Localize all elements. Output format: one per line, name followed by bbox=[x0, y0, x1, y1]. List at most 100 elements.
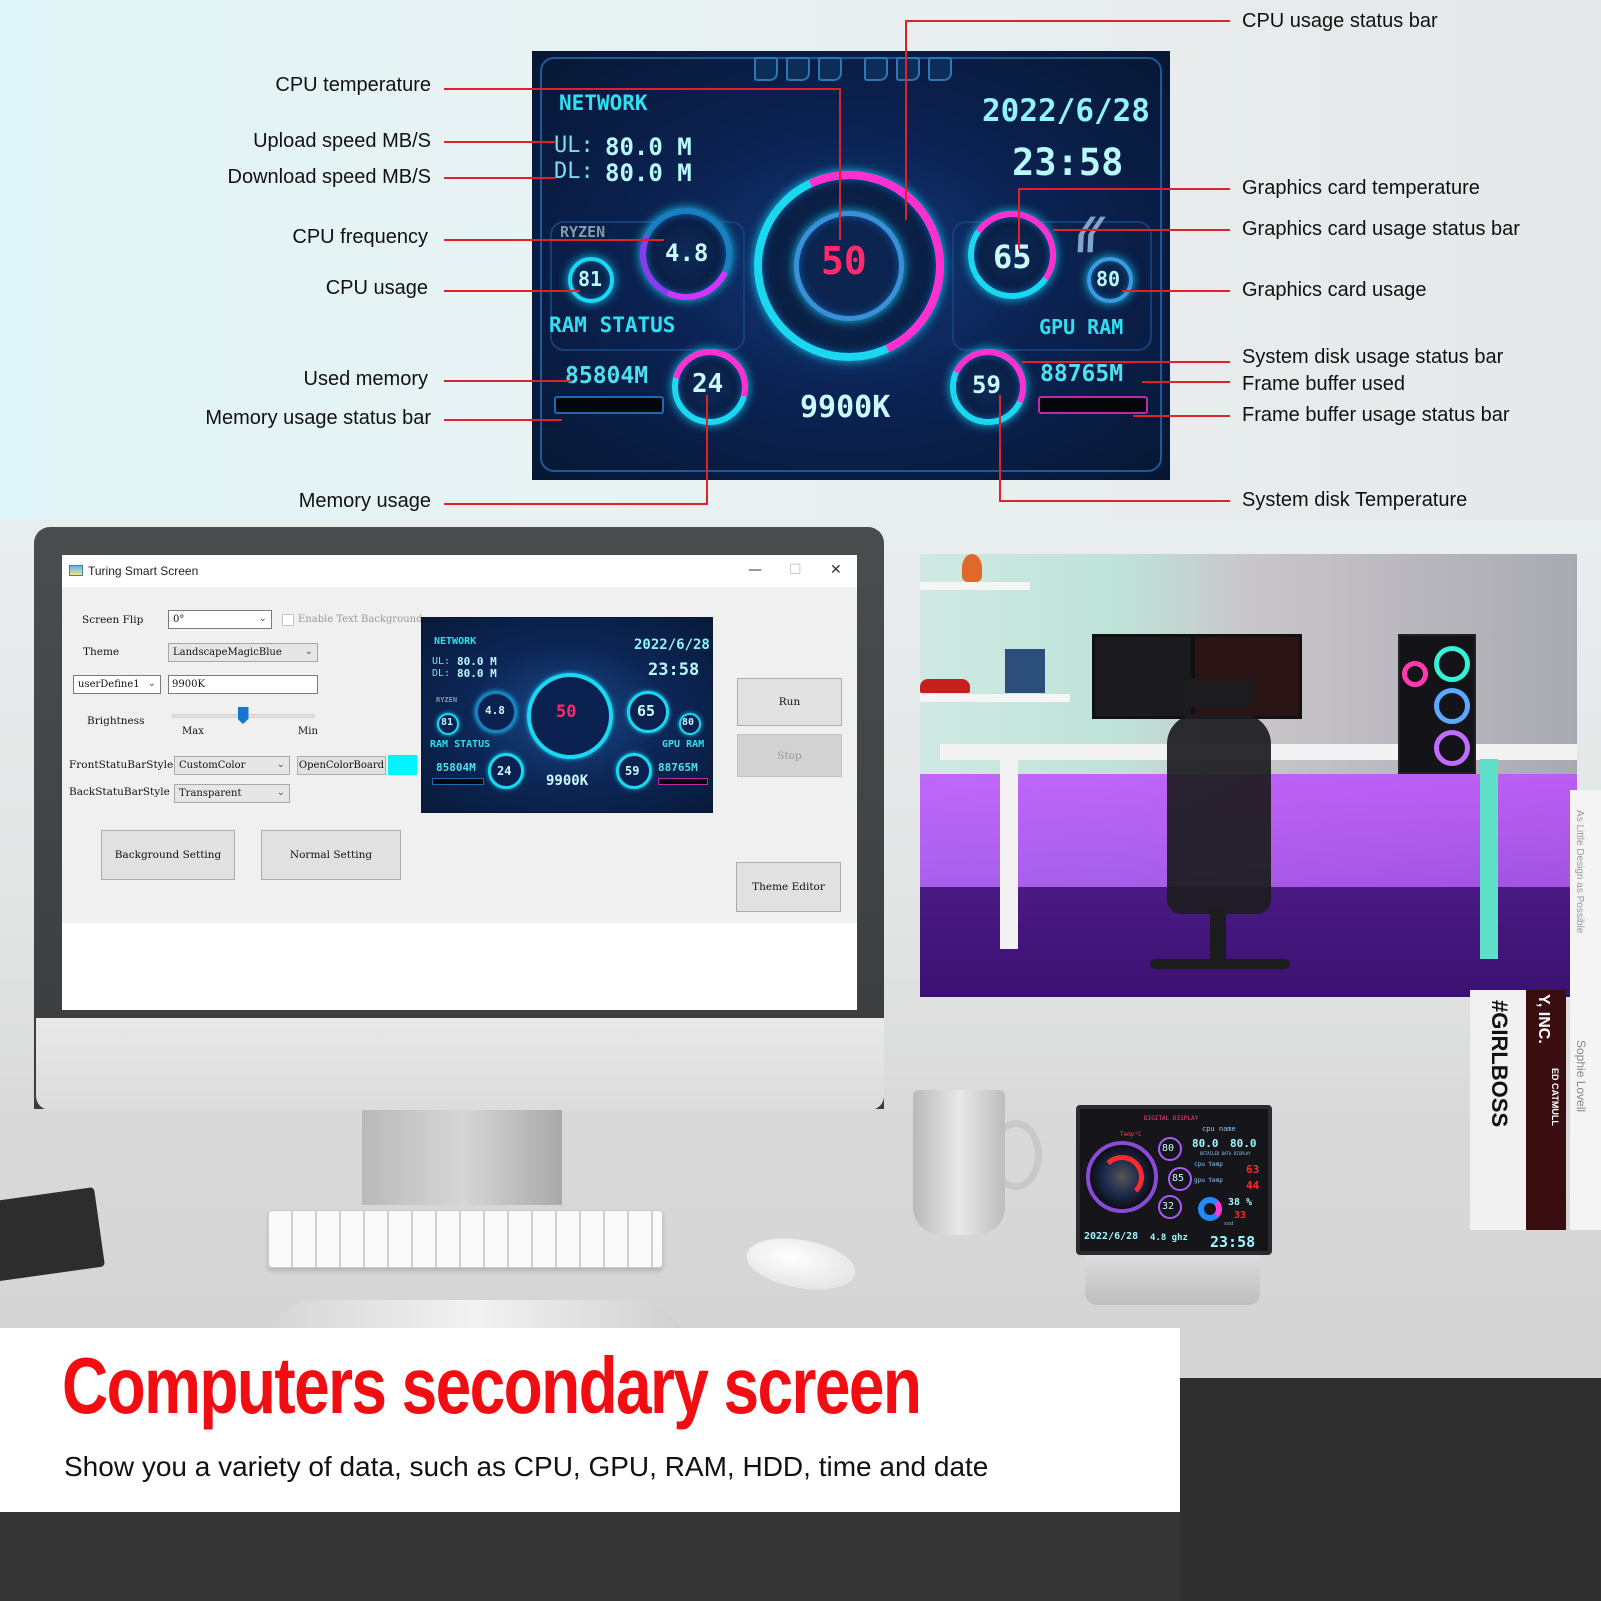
notebook bbox=[0, 1187, 105, 1283]
device-gauge-arc bbox=[1100, 1155, 1144, 1199]
normal-setting-button[interactable]: Normal Setting bbox=[261, 830, 401, 880]
frame-buffer-used-value: 88765M bbox=[1040, 361, 1124, 387]
book: Y, INC. ED CATMULL bbox=[1526, 990, 1566, 1230]
theme-editor-button[interactable]: Theme Editor bbox=[736, 862, 841, 912]
annotation-cpu-frequency: CPU frequency bbox=[292, 226, 428, 248]
photo-game-box bbox=[1005, 649, 1045, 693]
cpu-frequency-value: 4.8 bbox=[665, 239, 709, 267]
leader-line bbox=[444, 380, 572, 382]
leader-line bbox=[1018, 188, 1020, 250]
annotation-gpu-usage-status-bar: Graphics card usage status bar bbox=[1242, 218, 1520, 240]
device-ssd-value: 33 bbox=[1234, 1210, 1247, 1221]
window-client-area: Screen Flip 0° ⌄ Enable Text Background … bbox=[62, 587, 857, 923]
annotation-disk-temperature: System disk Temperature bbox=[1242, 489, 1468, 511]
device-big-gauge bbox=[1086, 1141, 1158, 1213]
front-statu-bar-style-label: FrontStatuBarStyle bbox=[69, 759, 174, 771]
background-setting-button[interactable]: Background Setting bbox=[101, 830, 235, 880]
photo-desk-leg bbox=[1480, 759, 1498, 959]
leader-line bbox=[1019, 188, 1230, 190]
open-color-board-button[interactable]: OpenColorBoard bbox=[297, 756, 386, 775]
chevron-down-icon: ⌄ bbox=[276, 759, 285, 770]
close-button[interactable]: ✕ bbox=[830, 562, 842, 578]
cpu-usage-value: 81 bbox=[578, 267, 603, 291]
brightness-slider-thumb[interactable] bbox=[237, 707, 249, 724]
custom-color-swatch[interactable] bbox=[388, 755, 417, 775]
run-button[interactable]: Run bbox=[737, 678, 842, 726]
preview-network-label: NETWORK bbox=[434, 636, 477, 647]
annotation-cpu-temperature: CPU temperature bbox=[275, 74, 431, 96]
device-date: 2022/6/28 bbox=[1084, 1231, 1139, 1242]
leader-line bbox=[1122, 290, 1230, 292]
book-subtitle: As Little Design as Possible bbox=[1574, 810, 1585, 934]
theme-label: Theme bbox=[83, 646, 120, 658]
preview-memory-usage: 24 bbox=[497, 764, 512, 778]
theme-preview: NETWORK UL: 80.0 M DL: 80.0 M 2022/6/28 … bbox=[421, 617, 713, 813]
net-icon-tab bbox=[786, 57, 810, 81]
front-statu-bar-style-select[interactable]: CustomColor ⌄ bbox=[174, 756, 290, 775]
chevron-down-icon: ⌄ bbox=[258, 613, 267, 624]
preview-used-memory: 85804M bbox=[436, 761, 476, 774]
photo-monitor-left bbox=[1092, 634, 1194, 719]
book-stack: #GIRLBOSS Y, INC. ED CATMULL As Little D… bbox=[1470, 790, 1601, 1230]
preview-gpu-usage: 80 bbox=[682, 717, 695, 728]
device-gauge-2: 85 bbox=[1172, 1173, 1185, 1184]
upload-speed-value: 80.0 M bbox=[605, 133, 692, 161]
photo-chair-headrest bbox=[1182, 679, 1254, 707]
enable-text-background-checkbox[interactable] bbox=[282, 614, 294, 626]
book: #GIRLBOSS bbox=[1470, 990, 1526, 1230]
chevron-down-icon: ⌄ bbox=[147, 678, 156, 689]
minimize-button[interactable]: — bbox=[748, 562, 762, 578]
annotation-gpu-usage: Graphics card usage bbox=[1242, 279, 1427, 301]
book-title: #GIRLBOSS bbox=[1487, 1000, 1512, 1128]
screen-flip-label: Screen Flip bbox=[82, 614, 144, 626]
back-statu-bar-style-select[interactable]: Transparent ⌄ bbox=[174, 784, 290, 803]
leader-line bbox=[444, 503, 708, 505]
annotation-disk-usage-status-bar: System disk usage status bar bbox=[1242, 346, 1504, 368]
photo-shelf bbox=[920, 694, 1070, 702]
chevron-down-icon: ⌄ bbox=[304, 646, 313, 657]
back-statu-bar-style-label: BackStatuBarStyle bbox=[69, 786, 170, 798]
device-header: DIGITAL DISPLAY bbox=[1144, 1115, 1199, 1122]
app-monitor-icon bbox=[69, 565, 83, 576]
photo-toy-car bbox=[920, 679, 970, 693]
leader-line bbox=[444, 177, 556, 179]
leader-line bbox=[839, 88, 841, 240]
leader-line bbox=[1142, 381, 1230, 383]
stop-button[interactable]: Stop bbox=[737, 734, 842, 777]
front-statu-bar-style-value: CustomColor bbox=[179, 760, 246, 771]
chevron-down-icon: ⌄ bbox=[276, 787, 285, 798]
theme-value: LandscapeMagicBlue bbox=[173, 647, 282, 658]
device-stand bbox=[1085, 1255, 1260, 1305]
photo-shelf bbox=[920, 582, 1030, 590]
leader-line bbox=[905, 20, 907, 220]
preview-disk-temperature: 59 bbox=[625, 764, 640, 778]
title-bar[interactable]: Turing Smart Screen — ☐ ✕ bbox=[62, 555, 857, 587]
annotation-frame-buffer-used: Frame buffer used bbox=[1242, 373, 1406, 395]
time-display: 23:58 bbox=[1012, 141, 1124, 184]
dl-label: DL: bbox=[554, 159, 594, 184]
brightness-max-label: Max bbox=[182, 726, 204, 737]
preview-date: 2022/6/28 bbox=[634, 637, 710, 653]
user-define-text-input[interactable]: 9900K bbox=[168, 675, 318, 694]
device-temp-label: Temp°C bbox=[1120, 1131, 1142, 1138]
annotation-cpu-usage-status-bar: CPU usage status bar bbox=[1242, 10, 1438, 32]
back-statu-bar-style-value: Transparent bbox=[179, 788, 242, 799]
photo-fan bbox=[1434, 646, 1470, 682]
theme-select[interactable]: LandscapeMagicBlue ⌄ bbox=[168, 643, 318, 662]
leader-line bbox=[906, 20, 1230, 22]
photo-fan bbox=[1434, 730, 1470, 766]
device-gauge-3: 32 bbox=[1162, 1201, 1175, 1212]
disk-icon-tab bbox=[818, 57, 842, 81]
annotation-memory-usage: Memory usage bbox=[298, 490, 431, 512]
leader-line bbox=[444, 290, 580, 292]
maximize-button[interactable]: ☐ bbox=[789, 562, 802, 578]
book-author: Sophie Lovell bbox=[1574, 1040, 1588, 1113]
annotation-frame-buffer-usage-bar: Frame buffer usage status bar bbox=[1242, 404, 1510, 426]
device-percent: 38 % bbox=[1228, 1197, 1253, 1208]
ram-status-label: RAM STATUS bbox=[549, 313, 676, 337]
cpu-temperature-value: 50 bbox=[821, 239, 867, 283]
user-define-select[interactable]: userDefine1 ⌄ bbox=[73, 675, 161, 694]
ram-icon-tab bbox=[896, 57, 920, 81]
screen-flip-select[interactable]: 0° ⌄ bbox=[168, 610, 272, 629]
gpu-temperature-value: 65 bbox=[993, 238, 1032, 276]
